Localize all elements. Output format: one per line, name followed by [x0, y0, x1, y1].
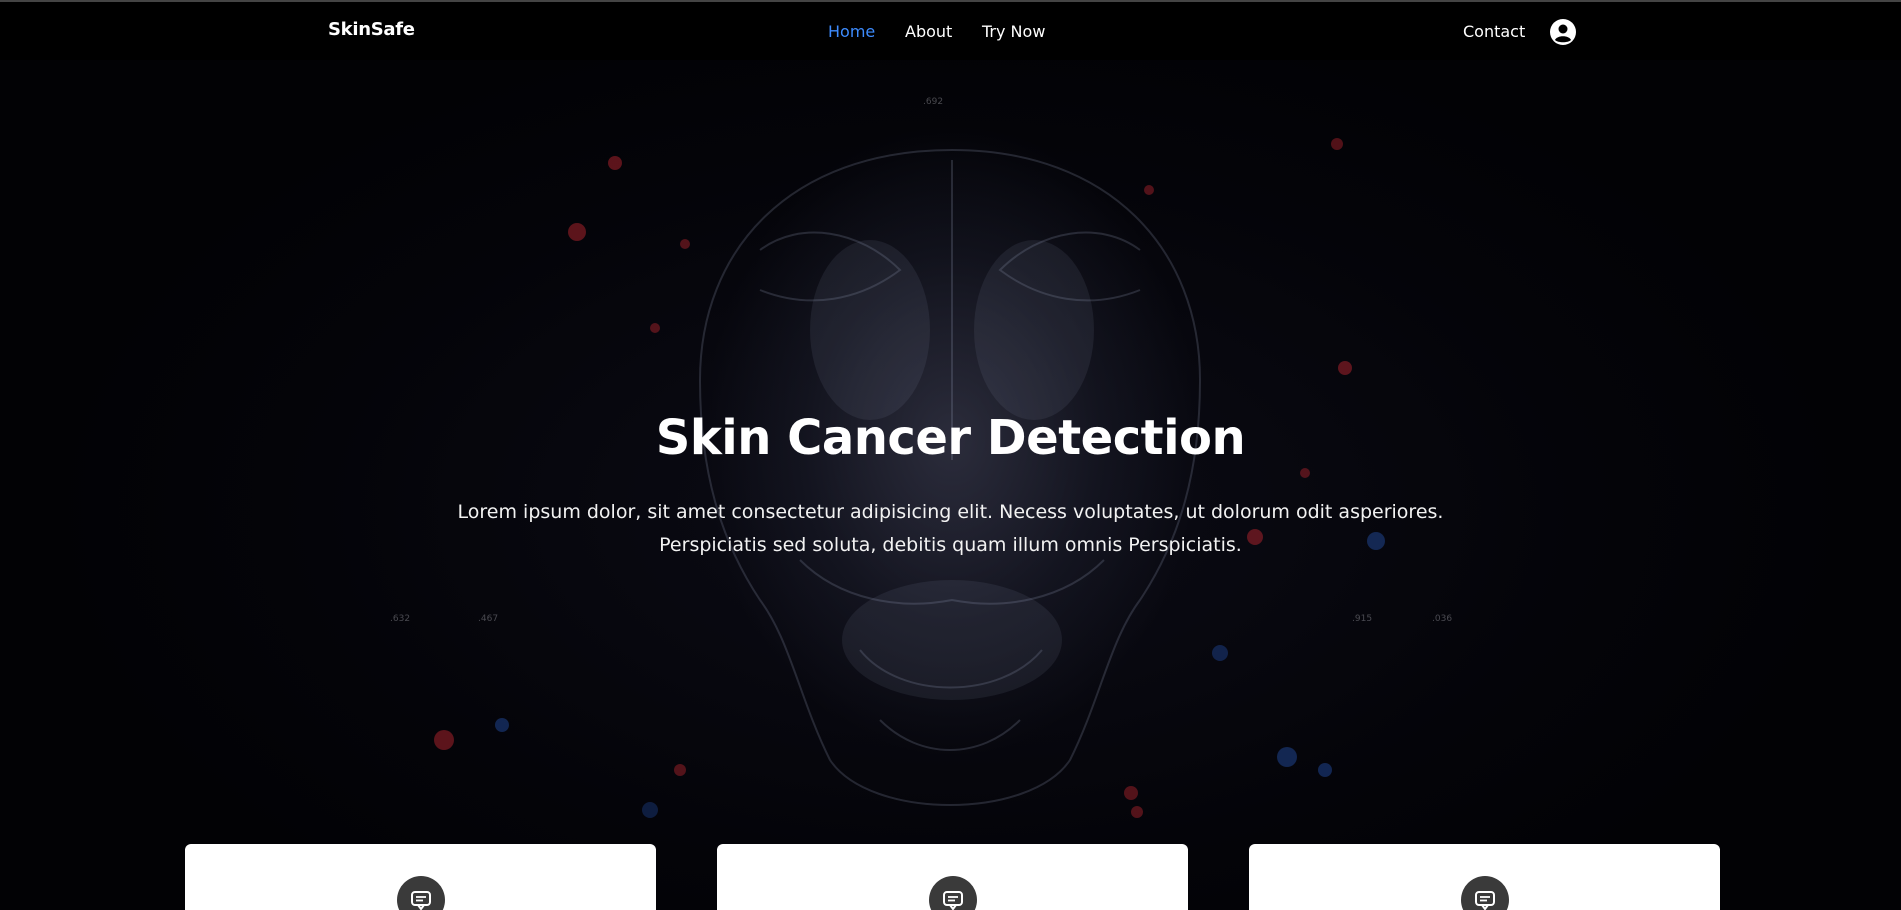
- hero-description-line: Perspiciatis sed soluta, debitis quam il…: [659, 534, 1242, 556]
- scan-label: .036: [1432, 614, 1452, 624]
- navbar: SkinSafe Home About Try Now Contact: [0, 2, 1901, 60]
- page: .692 .632 .467 .915 .036 SkinSafe Home A…: [0, 0, 1901, 910]
- hero-title: Skin Cancer Detection: [655, 410, 1246, 466]
- scan-label: .915: [1352, 614, 1372, 624]
- brand-logo[interactable]: SkinSafe: [328, 19, 415, 40]
- nav-link-contact[interactable]: Contact: [1463, 22, 1525, 41]
- hero-description: Lorem ipsum dolor, sit amet consectetur …: [0, 496, 1901, 562]
- nav-link-try-now[interactable]: Try Now: [982, 22, 1045, 41]
- chat-message-icon: [929, 876, 977, 910]
- chat-message-icon: [397, 876, 445, 910]
- feature-card: [717, 844, 1188, 910]
- scan-label: .692: [923, 97, 943, 107]
- chat-message-icon: [1461, 876, 1509, 910]
- nav-link-about[interactable]: About: [905, 22, 952, 41]
- hero-description-line: Lorem ipsum dolor, sit amet consectetur …: [457, 501, 1444, 523]
- user-circle-icon[interactable]: [1550, 19, 1576, 45]
- nav-link-home[interactable]: Home: [828, 22, 875, 41]
- feature-card: [185, 844, 656, 910]
- scan-label: .467: [478, 614, 498, 624]
- scan-label: .632: [390, 614, 410, 624]
- feature-card: [1249, 844, 1720, 910]
